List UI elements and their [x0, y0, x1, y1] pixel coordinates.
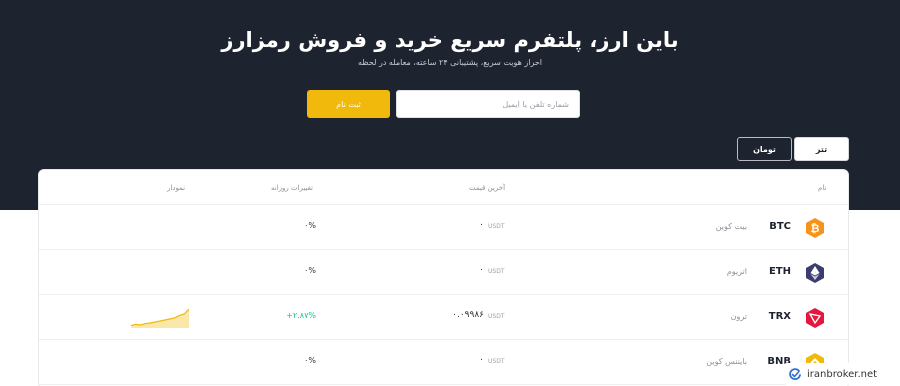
daily-change: ۰%: [304, 266, 316, 275]
hero-subtitle: احراز هویت سریع، پشتیبانی ۲۴ ساعته، معام…: [357, 58, 543, 67]
table-row[interactable]: ETH اتریوم USDT ۰ ۰%: [39, 250, 848, 295]
hero-title: باین ارز، پلتفرم سریع خرید و فروش رمزارز: [221, 28, 679, 52]
daily-change: +۲.۸۷%: [286, 311, 316, 320]
tab-toman[interactable]: تومان: [737, 137, 792, 161]
coin-name: بایننس کوین: [706, 357, 747, 366]
price-unit: USDT: [488, 313, 505, 320]
coin-name: بیت کوین: [715, 222, 747, 231]
signup-button[interactable]: ثبت نام: [307, 90, 390, 118]
coin-name: ترون: [730, 312, 747, 321]
price-unit: USDT: [488, 223, 505, 230]
svg-text:₿: ₿: [811, 222, 820, 235]
iranbroker-logo-icon: [789, 368, 801, 380]
table-row[interactable]: TRX ترون USDT ۰.۰۹۹۸۶ +۲.۸۷%: [39, 295, 848, 340]
header-daily-change: تغییرات روزانه: [271, 184, 313, 192]
phone-email-input[interactable]: [396, 90, 580, 118]
table-row[interactable]: BNB بایننس کوین USDT ۰ ۰%: [39, 340, 848, 385]
sparkline-chart: [131, 308, 189, 328]
daily-change: ۰%: [304, 356, 316, 365]
eth-icon: [806, 263, 824, 283]
daily-change: ۰%: [304, 221, 316, 230]
coin-symbol: ETH: [768, 266, 791, 277]
coin-name: اتریوم: [726, 267, 747, 276]
header-name: نام: [818, 184, 827, 192]
market-table: نام آخرین قیمت تغییرات روزانه نمودار ₿ B…: [38, 169, 849, 386]
last-price: ۰: [479, 220, 484, 230]
table-row[interactable]: ₿ BTC بیت کوین USDT ۰ ۰%: [39, 205, 848, 250]
tab-tether[interactable]: تتر: [794, 137, 849, 161]
iranbroker-watermark: iranbroker.net: [783, 363, 895, 385]
last-price: ۰: [479, 355, 484, 365]
btc-icon: ₿: [806, 218, 824, 238]
trx-icon: [806, 308, 824, 328]
coin-symbol: TRX: [768, 311, 791, 322]
price-unit: USDT: [488, 358, 505, 365]
price-unit: USDT: [488, 268, 505, 275]
last-price: ۰.۰۹۹۸۶: [452, 310, 484, 320]
header-last-price: آخرین قیمت: [469, 184, 506, 192]
header-chart: نمودار: [167, 184, 186, 192]
watermark-text: iranbroker.net: [807, 368, 878, 380]
coin-symbol: BTC: [769, 221, 791, 232]
table-header: نام آخرین قیمت تغییرات روزانه نمودار: [39, 170, 848, 205]
last-price: ۰: [479, 265, 484, 275]
